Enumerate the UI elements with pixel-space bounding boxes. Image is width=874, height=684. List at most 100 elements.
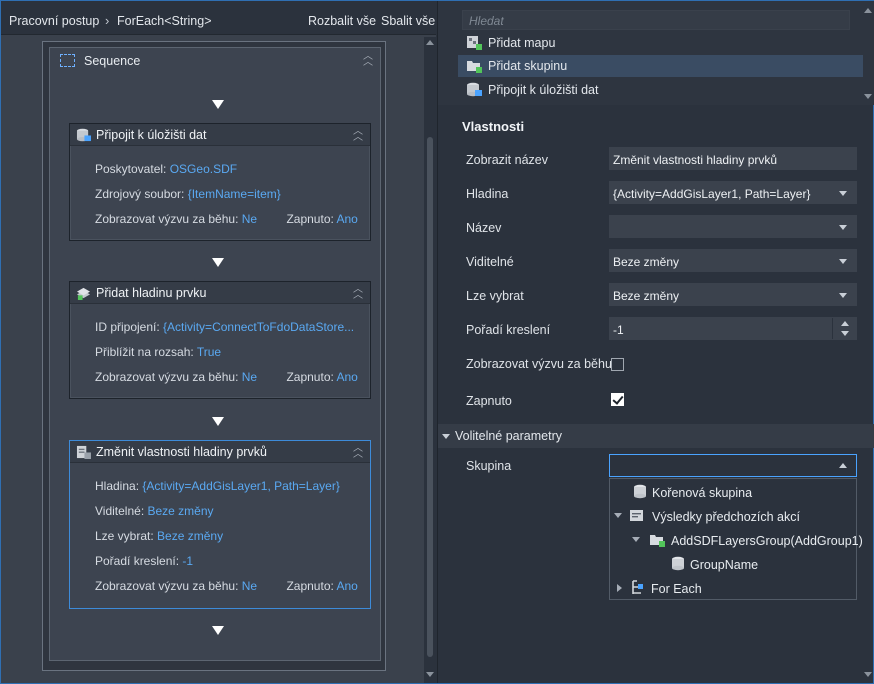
- activity-header[interactable]: Přidat hladinu prvku ︿ ︿: [70, 282, 370, 304]
- stepper-buttons[interactable]: [832, 318, 856, 339]
- breadcrumb-root[interactable]: Pracovní postup: [9, 14, 99, 28]
- activity-connect-datastore[interactable]: Připojit k úložišti dat ︿ ︿ Poskytovatel:…: [69, 123, 371, 241]
- toolbox-search-input[interactable]: Hledat: [462, 10, 850, 30]
- prop-label: Hladina:: [95, 479, 140, 493]
- toolbox-item-add-map[interactable]: Přidat mapu: [458, 32, 863, 54]
- breadcrumb: Pracovní postup › ForEach<String> Rozbal…: [1, 1, 436, 35]
- layer-label: Hladina: [466, 187, 509, 201]
- layer-value: {Activity=AddGisLayer1, Path=Layer}: [613, 187, 811, 201]
- enabled-checkbox[interactable]: [611, 393, 624, 406]
- chevron-down-icon: [839, 191, 847, 196]
- activity-prop-row: ID připojení: {Activity=ConnectToFdoData…: [95, 320, 354, 334]
- toolbox-item-label: Přidat mapu: [488, 36, 556, 50]
- sequence-header[interactable]: Sequence ︿ ︿: [50, 48, 380, 74]
- tree-item[interactable]: Výsledky předchozích akcí: [610, 506, 856, 526]
- expander-closed-icon[interactable]: [617, 584, 622, 592]
- prop-value[interactable]: {Activity=ConnectToFdoDataStore...: [163, 320, 354, 334]
- prop-value[interactable]: OSGeo.SDF: [170, 162, 237, 176]
- tree-item[interactable]: Kořenová skupina: [610, 482, 856, 502]
- increment-icon[interactable]: [841, 321, 849, 326]
- designer-canvas[interactable]: Sequence ︿ ︿ Připojit k úložišti dat ︿ ︿…: [5, 37, 423, 683]
- decrement-icon[interactable]: [841, 331, 849, 336]
- scroll-down-icon[interactable]: [426, 672, 434, 677]
- tree-item-label: For Each: [651, 582, 702, 596]
- runtime-prompt-checkbox[interactable]: [611, 358, 624, 371]
- collapse-chevron-icon[interactable]: ︿ ︿: [362, 52, 374, 68]
- activity-add-feature-layer[interactable]: Přidat hladinu prvku ︿ ︿ ID připojení: {A…: [69, 281, 371, 399]
- activity-change-layer-properties[interactable]: Změnit vlastnosti hladiny prvků ︿ ︿ Hladi…: [69, 440, 371, 609]
- flow-arrow-icon: [212, 258, 224, 267]
- expand-triangle-icon[interactable]: [442, 434, 450, 439]
- prop-value[interactable]: True: [197, 345, 221, 359]
- layer-select[interactable]: {Activity=AddGisLayer1, Path=Layer}: [609, 181, 857, 204]
- draw-order-stepper[interactable]: -1: [609, 317, 857, 340]
- selectable-select[interactable]: Beze změny: [609, 283, 857, 306]
- breadcrumb-current[interactable]: ForEach<String>: [117, 14, 212, 28]
- enabled-label: Zapnuto:: [286, 370, 334, 384]
- scroll-down-icon[interactable]: [864, 94, 872, 99]
- scroll-thumb[interactable]: [427, 137, 433, 657]
- prop-value[interactable]: Beze změny: [157, 529, 223, 543]
- enabled-value[interactable]: Ano: [337, 370, 358, 384]
- layer-properties-icon: [76, 445, 91, 459]
- tree-item-label: GroupName: [690, 558, 759, 572]
- section-title: Volitelné parametry: [455, 429, 563, 443]
- activity-prop-row: Zdrojový soubor: {ItemName=item}: [95, 187, 281, 201]
- previous-results-icon: [630, 510, 643, 521]
- expand-all-button[interactable]: Rozbalit vše: [308, 14, 376, 28]
- tree-item-label: Kořenová skupina: [652, 486, 753, 500]
- toolbox: Hledat Přidat mapu Přidat skupinu Připoj…: [438, 1, 874, 105]
- prop-value[interactable]: -1: [182, 554, 193, 568]
- collapse-chevron-icon[interactable]: ︿ ︿: [352, 444, 364, 460]
- designer-scrollbar[interactable]: [424, 37, 436, 683]
- flow-arrow-icon: [212, 417, 224, 426]
- name-select[interactable]: [609, 215, 857, 238]
- prop-label: Lze vybrat:: [95, 529, 154, 543]
- visible-label: Viditelné: [466, 255, 514, 269]
- runtime-value[interactable]: Ne: [242, 212, 257, 226]
- prop-label: Pořadí kreslení:: [95, 554, 180, 568]
- scroll-up-icon[interactable]: [426, 40, 434, 45]
- toolbox-item-add-group[interactable]: Přidat skupinu: [458, 55, 863, 77]
- visible-select[interactable]: Beze změny: [609, 249, 857, 272]
- activity-title: Přidat hladinu prvku: [96, 286, 207, 300]
- collapse-all-button[interactable]: Sbalit vše: [381, 14, 435, 28]
- collapse-chevron-icon[interactable]: ︿ ︿: [352, 285, 364, 301]
- collapse-chevron-icon[interactable]: ︿ ︿: [352, 127, 364, 143]
- chevron-down-icon: [839, 259, 847, 264]
- properties-scrollbar[interactable]: [862, 105, 874, 683]
- group-combobox[interactable]: [609, 454, 857, 477]
- activity-prop-row: Poskytovatel: OSGeo.SDF: [95, 162, 237, 176]
- enabled-value[interactable]: Ano: [337, 212, 358, 226]
- activity-prop-row: Pořadí kreslení: -1: [95, 554, 193, 568]
- for-each-icon: [632, 580, 643, 594]
- activity-prop-row: Hladina: {Activity=AddGisLayer1, Path=La…: [95, 479, 340, 493]
- runtime-value[interactable]: Ne: [242, 370, 257, 384]
- tree-item[interactable]: GroupName: [610, 554, 856, 574]
- tree-item[interactable]: AddSDFLayersGroup(AddGroup1): [610, 530, 863, 550]
- toolbox-scrollbar[interactable]: [863, 6, 873, 101]
- prop-label: Přiblížit na rozsah:: [95, 345, 194, 359]
- selectable-value: Beze změny: [613, 289, 680, 303]
- expander-open-icon[interactable]: [614, 513, 622, 518]
- display-name-field[interactable]: Změnit vlastnosti hladiny prvků: [609, 147, 857, 170]
- scroll-down-icon[interactable]: [864, 672, 872, 677]
- group-dropdown-tree[interactable]: Kořenová skupina Výsledky předchozích ak…: [609, 478, 863, 600]
- chevron-up-icon[interactable]: [839, 463, 847, 468]
- prop-label: Zdrojový soubor:: [95, 187, 185, 201]
- scroll-up-icon[interactable]: [864, 8, 872, 13]
- chevron-down-icon: [839, 293, 847, 298]
- expander-open-icon[interactable]: [632, 537, 640, 542]
- runtime-value[interactable]: Ne: [242, 579, 257, 593]
- activity-header[interactable]: Připojit k úložišti dat ︿ ︿: [70, 124, 370, 146]
- sequence-container[interactable]: Sequence ︿ ︿ Připojit k úložišti dat ︿ ︿…: [49, 47, 381, 661]
- toolbox-item-connect-datastore[interactable]: Připojit k úložišti dat: [458, 79, 863, 101]
- prop-value[interactable]: Beze změny: [148, 504, 214, 518]
- tree-item[interactable]: For Each: [610, 578, 856, 598]
- prop-value[interactable]: {Activity=AddGisLayer1, Path=Layer}: [142, 479, 339, 493]
- optional-parameters-section[interactable]: Volitelné parametry: [438, 424, 874, 448]
- enabled-value[interactable]: Ano: [337, 579, 358, 593]
- activity-header[interactable]: Změnit vlastnosti hladiny prvků ︿ ︿: [70, 441, 370, 463]
- prop-value[interactable]: {ItemName=item}: [188, 187, 281, 201]
- chevron-down-icon: [839, 225, 847, 230]
